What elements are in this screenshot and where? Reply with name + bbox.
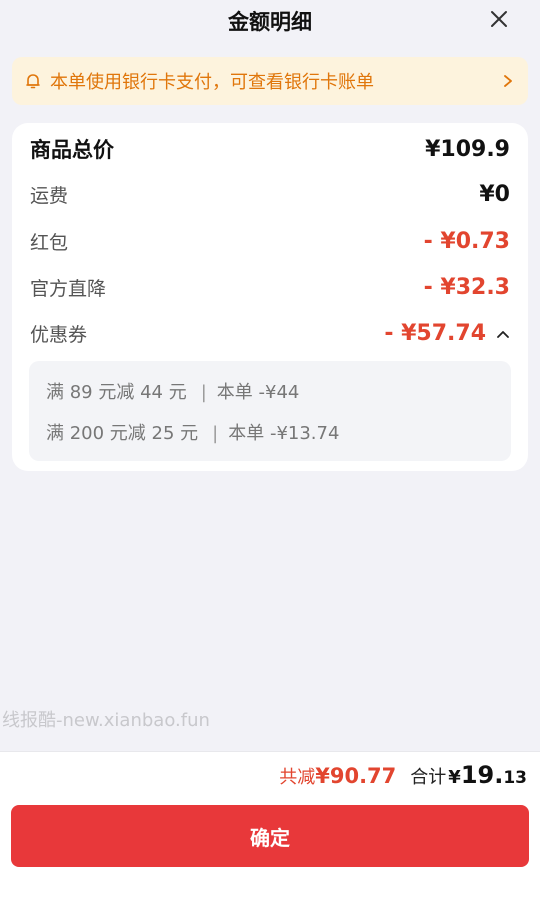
total-label: 合计 <box>410 767 447 788</box>
close-icon <box>491 11 507 27</box>
coupon-applied: 本单 -¥44 <box>216 382 300 403</box>
coupon-value: - ¥57.74 <box>384 321 486 346</box>
coupon-applied: 本单 -¥13.74 <box>228 423 340 444</box>
redpacket-row: 红包 - ¥0.73 <box>30 228 510 255</box>
chevron-right-icon <box>504 75 512 87</box>
header: 金额明细 <box>0 0 540 44</box>
goods-total-value: ¥109.9 <box>425 136 510 162</box>
official-discount-value: - ¥32.3 <box>423 275 510 300</box>
official-discount-label: 官方直降 <box>30 278 107 300</box>
shipping-value: ¥0 <box>479 182 510 207</box>
shipping-label: 运费 <box>30 185 69 207</box>
redpacket-value: - ¥0.73 <box>423 229 510 254</box>
total-currency: ¥ <box>448 767 461 788</box>
goods-total-row: 商品总价 ¥109.9 <box>30 134 510 164</box>
official-discount-row: 官方直降 - ¥32.3 <box>30 274 510 301</box>
confirm-button[interactable]: 确定 <box>11 805 529 867</box>
close-button[interactable] <box>488 8 510 30</box>
amount-breakdown-card: 商品总价 ¥109.9 运费 ¥0 红包 - ¥0.73 官方直降 - ¥32.… <box>12 123 528 471</box>
coupon-row[interactable]: 优惠券 - ¥57.74 <box>30 320 510 347</box>
coupon-separator: | <box>200 382 207 403</box>
coupon-label: 优惠券 <box>30 324 88 346</box>
shipping-row: 运费 ¥0 <box>30 181 510 208</box>
goods-total-label: 商品总价 <box>30 138 114 162</box>
footer-bar: 共减 ¥90.77 合计 ¥ 19. 13 确定 <box>0 751 540 912</box>
page-title: 金额明细 <box>228 10 312 34</box>
coupon-rule: 满 89 元减 44 元 <box>46 382 187 403</box>
coupon-item: 满 200 元减 25 元 | 本单 -¥13.74 <box>46 419 339 445</box>
total-decimal: 13 <box>503 768 527 788</box>
coupon-rule: 满 200 元减 25 元 <box>46 423 199 444</box>
redpacket-label: 红包 <box>30 232 69 254</box>
price-summary: 共减 ¥90.77 合计 ¥ 19. 13 <box>279 761 527 789</box>
watermark: 线报酷-new.xianbao.fun <box>2 710 210 731</box>
total-savings-label: 共减 <box>279 767 316 788</box>
coupon-separator: | <box>212 423 219 444</box>
bell-icon <box>26 74 40 89</box>
coupon-toggle[interactable]: - ¥57.74 <box>384 321 510 346</box>
notice-text: 本单使用银行卡支付，可查看银行卡账单 <box>50 72 374 93</box>
total-savings-value: ¥90.77 <box>315 764 397 788</box>
chevron-up-icon[interactable] <box>496 329 510 339</box>
coupon-detail-list: 满 89 元减 44 元 | 本单 -¥44 满 200 元减 25 元 | 本单 -¥… <box>29 361 511 461</box>
coupon-item: 满 89 元减 44 元 | 本单 -¥44 <box>46 378 299 404</box>
bank-card-notice[interactable]: 本单使用银行卡支付，可查看银行卡账单 <box>12 57 528 105</box>
total-integer: 19. <box>460 761 504 789</box>
